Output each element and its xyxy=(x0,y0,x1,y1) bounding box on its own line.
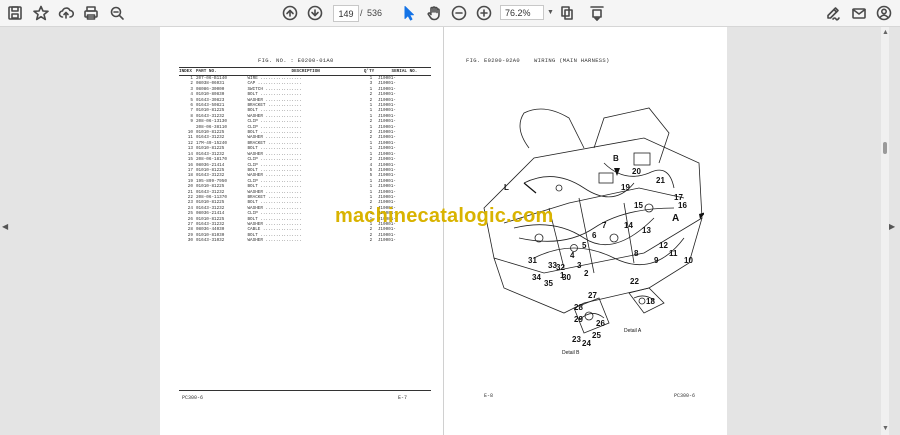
header-description: DESCRIPTION xyxy=(247,67,364,76)
callout-23: 23 xyxy=(572,335,581,344)
header-serial-no: SERIAL NO. xyxy=(377,67,431,76)
callout-b: B xyxy=(613,154,619,163)
callout-10: 10 xyxy=(684,256,693,265)
callout-21: 21 xyxy=(656,176,665,185)
callout-6: 6 xyxy=(592,231,597,240)
callout-29: 29 xyxy=(574,315,583,324)
detail-a-label: Detail A xyxy=(624,328,642,334)
page-left: FIG. NO. : E0200-01A0 INDEX PART NO. DES… xyxy=(160,27,444,435)
vertical-scrollbar[interactable] xyxy=(881,27,889,435)
table-row: 30 01643-31032 WASHER .............. 2 J1000… xyxy=(179,238,431,243)
search-icon[interactable] xyxy=(108,4,126,22)
cell-qty: 2 xyxy=(369,238,373,244)
hand-icon[interactable] xyxy=(425,4,443,22)
callout-2: 2 xyxy=(584,269,589,278)
fit-page-icon[interactable] xyxy=(558,4,576,22)
page-footer-right-right: PC300-6 xyxy=(674,393,696,399)
page-total: 536 xyxy=(367,8,383,18)
callout-30: 30 xyxy=(562,273,571,282)
fig-title-left: FIG. NO. : E0200-01A0 xyxy=(258,57,334,64)
callout-8: 8 xyxy=(634,249,639,258)
account-icon[interactable] xyxy=(875,4,893,22)
callout-32: 32 xyxy=(556,263,565,272)
zoom-level-input[interactable]: 76.2% xyxy=(500,5,544,20)
left-panel-toggle-icon[interactable]: ◀ xyxy=(2,222,8,231)
callout-31: 31 xyxy=(528,256,537,265)
save-icon[interactable] xyxy=(6,4,24,22)
page-number-input[interactable]: 149 xyxy=(333,5,359,22)
print-icon[interactable] xyxy=(82,4,100,22)
page-bottom-rule xyxy=(179,390,431,391)
scrollbar-thumb[interactable] xyxy=(883,142,887,154)
zoom-out-icon[interactable] xyxy=(450,4,468,22)
mail-icon[interactable] xyxy=(850,4,868,22)
scroll-down-icon[interactable]: ▼ xyxy=(882,425,889,432)
callout-9: 9 xyxy=(654,256,659,265)
callout-11: 11 xyxy=(669,249,678,258)
detail-b-label: Detail B xyxy=(562,350,580,356)
arrow-down-icon[interactable] xyxy=(306,4,324,22)
zoom-in-icon[interactable] xyxy=(475,4,493,22)
scroll-mode-icon[interactable] xyxy=(588,4,606,22)
toolbar: 149 / 536 76.2% ▼ xyxy=(0,0,900,27)
header-qty: Q'TY xyxy=(363,67,378,76)
callout-28: 28 xyxy=(574,303,583,312)
cell-part: 01643-31032 xyxy=(195,238,225,244)
cursor-icon[interactable] xyxy=(400,4,418,22)
callout-14: 14 xyxy=(624,221,633,230)
header-index: INDEX xyxy=(179,67,196,76)
fig-subtitle-right: WIRING (MAIN HARNESS) xyxy=(534,57,610,64)
fig-title-right: FIG. E0200-02A0 xyxy=(466,57,521,64)
header-part-no: PART NO. xyxy=(195,67,248,76)
page-separator: / xyxy=(360,8,363,18)
callout-3: 3 xyxy=(577,261,582,270)
callout-a: A xyxy=(672,213,679,224)
callout-16: 16 xyxy=(678,201,687,210)
callout-17: 17 xyxy=(674,193,683,202)
cell-desc: WASHER .............. xyxy=(247,238,302,244)
page-footer-left: PC300-6 xyxy=(182,395,204,401)
callout-5: 5 xyxy=(582,241,587,250)
right-panel-toggle-icon[interactable]: ▶ xyxy=(889,222,895,231)
callout-24: 24 xyxy=(582,339,591,348)
callout-13: 13 xyxy=(642,226,651,235)
cloud-upload-icon[interactable] xyxy=(57,4,75,22)
arrow-up-icon[interactable] xyxy=(281,4,299,22)
callout-12: 12 xyxy=(659,241,668,250)
callout-20: 20 xyxy=(632,167,641,176)
callout-15: 15 xyxy=(634,201,643,210)
star-icon[interactable] xyxy=(32,4,50,22)
callout-35: 35 xyxy=(544,279,553,288)
callout-26: 26 xyxy=(596,319,605,328)
cell-serial: J10001- xyxy=(377,238,396,244)
scroll-up-icon[interactable]: ▲ xyxy=(882,29,889,36)
page-footer-left-right: E-8 xyxy=(484,393,494,399)
callout-l: L xyxy=(504,183,509,192)
callout-4: 4 xyxy=(570,251,575,260)
callout-19: 19 xyxy=(621,183,630,192)
callout-18: 18 xyxy=(646,297,655,306)
callout-7: 7 xyxy=(602,221,607,230)
cell-idx: 30 xyxy=(187,238,193,244)
callout-22: 22 xyxy=(630,277,639,286)
callout-25: 25 xyxy=(592,331,601,340)
chevron-down-icon[interactable]: ▼ xyxy=(547,9,554,16)
callout-27: 27 xyxy=(588,291,597,300)
sign-icon[interactable] xyxy=(824,4,842,22)
page-footer-right: E-7 xyxy=(398,395,408,401)
watermark: machinecatalogic.com xyxy=(335,205,554,227)
callout-34: 34 xyxy=(532,273,541,282)
